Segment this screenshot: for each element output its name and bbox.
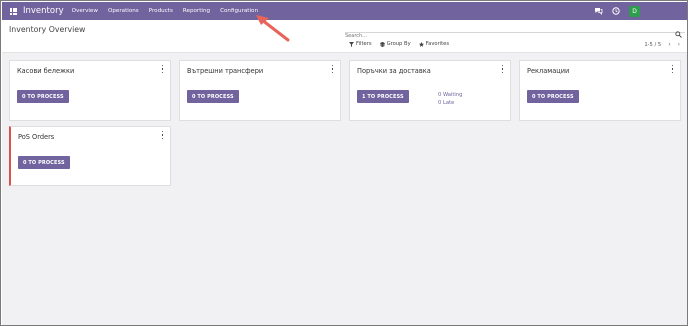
pager: 1-5 / 5 ‹ › <box>644 41 680 48</box>
to-process-button[interactable]: 1 TO PROCESS <box>357 90 409 103</box>
card-title[interactable]: Вътрешни трансфери <box>187 67 263 75</box>
card-stats: 0 Waiting 0 Late <box>438 91 462 107</box>
kebab-menu-icon[interactable] <box>332 65 335 73</box>
chat-icon[interactable] <box>593 6 603 16</box>
waiting-link[interactable]: 0 Waiting <box>438 91 462 99</box>
menu-reporting[interactable]: Reporting <box>183 8 210 14</box>
control-panel: Inventory Overview Filters Group By <box>2 20 687 53</box>
user-avatar[interactable]: D <box>629 5 640 17</box>
app-brand[interactable]: Inventory <box>23 6 64 16</box>
top-navbar: Inventory Overview Operations Products R… <box>2 2 687 20</box>
chevron-left-icon[interactable]: ‹ <box>668 41 670 48</box>
card-title[interactable]: Касови бележки <box>17 67 74 75</box>
picking-type-card: Поръчки за доставка 1 TO PROCESS 0 Waiti… <box>349 60 511 121</box>
favorites-button[interactable]: Favorites <box>418 41 450 47</box>
kebab-menu-icon[interactable] <box>162 65 165 73</box>
group-by-button[interactable]: Group By <box>379 41 411 47</box>
picking-type-card: Касови бележки 0 TO PROCESS <box>9 60 171 121</box>
filters-button[interactable]: Filters <box>349 41 372 47</box>
menu-configuration[interactable]: Configuration <box>220 8 258 14</box>
card-title[interactable]: Рекламации <box>527 67 569 75</box>
page-title: Inventory Overview <box>9 25 86 34</box>
search-bar <box>345 22 685 41</box>
group-by-label: Group By <box>386 41 411 47</box>
to-process-button[interactable]: 0 TO PROCESS <box>17 90 69 103</box>
menu-operations[interactable]: Operations <box>108 8 139 14</box>
filter-icon <box>349 41 354 47</box>
kanban-view: Касови бележки 0 TO PROCESS Вътрешни тра… <box>2 53 687 325</box>
picking-type-card: Вътрешни трансфери 0 TO PROCESS <box>179 60 341 121</box>
clock-icon[interactable] <box>611 6 621 16</box>
search-options: Filters Group By Favorites <box>349 41 457 47</box>
annotation-arrow <box>256 15 290 42</box>
navbar-systray: D <box>593 2 687 20</box>
menu-products[interactable]: Products <box>149 8 173 14</box>
chevron-right-icon[interactable]: › <box>678 41 680 48</box>
search-icon[interactable] <box>675 23 683 38</box>
to-process-button[interactable]: 0 TO PROCESS <box>18 156 70 169</box>
filters-label: Filters <box>356 41 372 47</box>
to-process-button[interactable]: 0 TO PROCESS <box>187 90 239 103</box>
to-process-button[interactable]: 0 TO PROCESS <box>527 90 579 103</box>
favorites-label: Favorites <box>425 41 450 47</box>
picking-type-card: Рекламации 0 TO PROCESS <box>519 60 681 121</box>
app-window: Inventory Overview Operations Products R… <box>0 0 688 326</box>
kebab-menu-icon[interactable] <box>162 131 165 139</box>
picking-type-card: PoS Orders 0 TO PROCESS <box>9 126 171 186</box>
menu-overview[interactable]: Overview <box>72 8 98 14</box>
kebab-menu-icon[interactable] <box>502 65 505 73</box>
late-link[interactable]: 0 Late <box>438 99 462 107</box>
star-icon <box>418 41 424 47</box>
card-title[interactable]: PoS Orders <box>18 133 54 141</box>
search-input[interactable] <box>345 31 665 41</box>
kebab-menu-icon[interactable] <box>672 65 675 73</box>
pager-value[interactable]: 1-5 / 5 <box>644 42 661 48</box>
apps-grid-icon[interactable] <box>10 7 17 15</box>
layers-icon <box>379 41 385 47</box>
card-title[interactable]: Поръчки за доставка <box>357 67 431 75</box>
